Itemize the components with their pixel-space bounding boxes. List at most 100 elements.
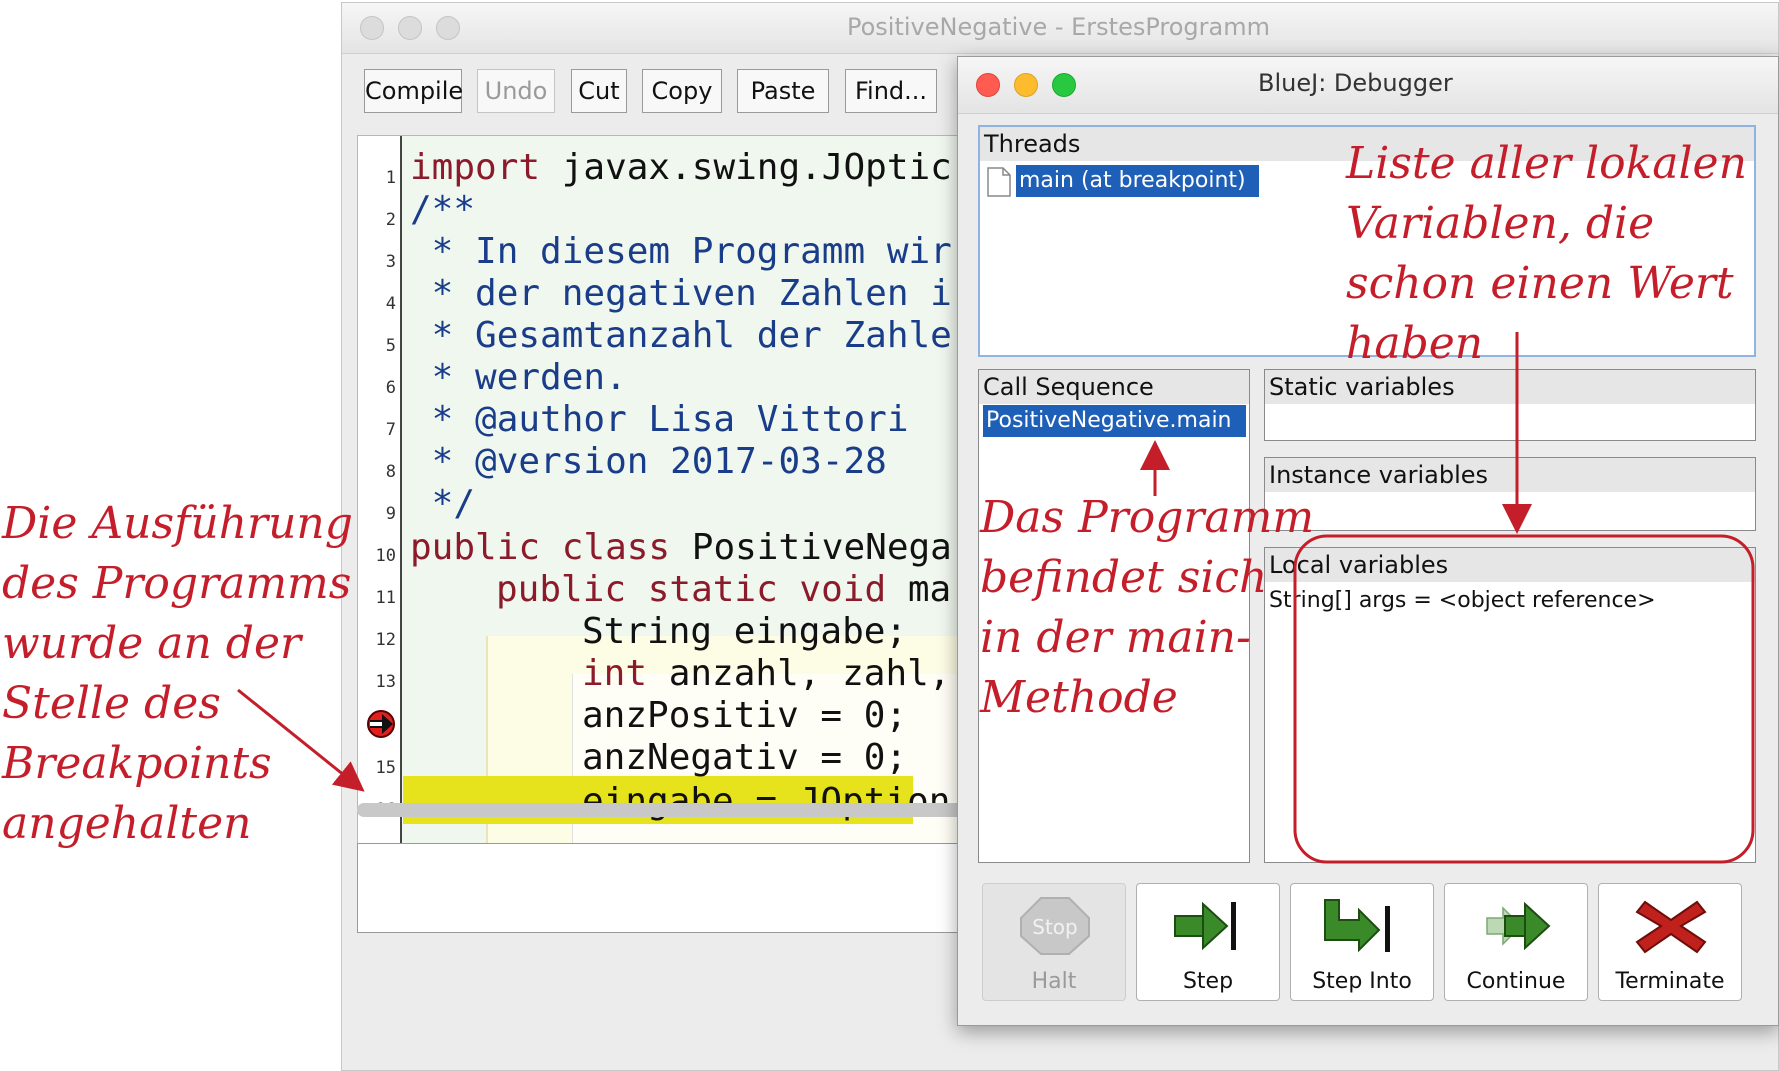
thread-item-main[interactable]: main (at breakpoint) <box>1016 165 1259 197</box>
code-keyword: int <box>582 653 648 694</box>
step-arrow-icon <box>1174 901 1236 951</box>
code-line-12: String eingabe; <box>582 611 908 652</box>
code-keyword: public static void <box>496 569 887 610</box>
cut-button[interactable]: Cut <box>571 69 627 113</box>
step-into-button-label: Step Into <box>1312 969 1412 994</box>
line-number: 8 <box>385 462 396 482</box>
annotation-line: Die Ausführung <box>2 498 353 549</box>
compile-button[interactable]: Compile <box>364 69 463 113</box>
annotation-line: des Programms <box>2 558 352 609</box>
code-line-6: * werden. <box>410 357 627 398</box>
continue-button[interactable]: Continue <box>1444 883 1588 1001</box>
stop-sign-label: Stop <box>1032 915 1077 939</box>
code-line-13: int anzahl, zahl, <box>582 652 950 696</box>
line-number: 10 <box>375 546 396 566</box>
local-variables-panel[interactable]: Local variables String[] args = <object … <box>1264 547 1756 863</box>
editor-close-button[interactable] <box>360 16 384 40</box>
code-text: PositiveNega <box>670 527 952 568</box>
line-number: 5 <box>385 336 396 356</box>
terminate-button[interactable]: Terminate <box>1598 883 1742 1001</box>
code-line-15: anzNegativ = 0; <box>582 737 908 778</box>
paste-button[interactable]: Paste <box>737 69 829 113</box>
line-number: 13 <box>375 672 396 692</box>
line-number: 9 <box>385 504 396 524</box>
line-number: 1 <box>385 168 396 188</box>
code-line-1: import javax.swing.JOptic <box>410 146 952 190</box>
halt-button[interactable]: Stop Halt <box>982 883 1126 1001</box>
thread-document-icon <box>987 167 1011 197</box>
annotation-line: befindet sich <box>980 552 1268 603</box>
editor-titlebar: PositiveNegative - ErstesProgramm <box>342 3 1778 54</box>
breakpoint-icon[interactable] <box>366 709 396 739</box>
step-button[interactable]: Step <box>1136 883 1280 1001</box>
undo-button[interactable]: Undo <box>477 69 555 113</box>
line-number: 7 <box>385 420 396 440</box>
step-button-label: Step <box>1182 969 1234 994</box>
code-text: anzahl, zahl, <box>647 653 951 694</box>
code-keyword: class <box>540 527 671 568</box>
annotation-line: Das Programm <box>980 492 1315 543</box>
horizontal-scrollbar[interactable] <box>357 803 997 817</box>
code-line-11: public static void ma <box>496 568 951 612</box>
code-line-3: * In diesem Programm wir <box>410 231 952 272</box>
code-line-7: * @author Lisa Vittori <box>410 399 909 440</box>
terminate-x-icon <box>1635 900 1707 954</box>
editor-minimize-button[interactable] <box>398 16 422 40</box>
editor-window-title: PositiveNegative - ErstesProgramm <box>847 13 1270 41</box>
static-variables-header: Static variables <box>1265 370 1755 404</box>
code-line-breakpoint: anzPositiv = 0; <box>582 695 908 736</box>
annotation-line: Methode <box>980 672 1178 723</box>
local-variable-args[interactable]: String[] args = <object reference> <box>1269 588 1656 613</box>
annotation-main-method-text: Das Programm befindet sich in der main- … <box>980 488 1314 728</box>
annotation-breakpoint-text: Die Ausführung des Programms wurde an de… <box>2 494 353 854</box>
call-sequence-header: Call Sequence <box>979 370 1249 404</box>
line-number: 12 <box>375 630 396 650</box>
code-text: javax.swing.JOptic <box>540 147 952 188</box>
static-variables-panel[interactable]: Static variables <box>1264 369 1756 441</box>
code-line-4: * der negativen Zahlen i <box>410 273 952 314</box>
debugger-minimize-button[interactable] <box>1014 73 1038 97</box>
annotation-line: Liste aller lokalen <box>1346 138 1747 189</box>
debugger-titlebar: BlueJ: Debugger <box>958 57 1778 114</box>
line-number: 3 <box>385 252 396 272</box>
code-keyword: public <box>410 527 541 568</box>
annotation-line: Breakpoints <box>2 738 272 789</box>
call-sequence-item[interactable]: PositiveNegative.main <box>983 405 1246 437</box>
code-line-8: * @version 2017-03-28 <box>410 441 887 482</box>
code-line-9: */ <box>410 483 476 524</box>
debugger-close-button[interactable] <box>976 73 1000 97</box>
step-into-button[interactable]: Step Into <box>1290 883 1434 1001</box>
annotation-line: Variablen, die <box>1346 198 1655 249</box>
find-button[interactable]: Find... <box>845 69 937 113</box>
local-variables-header: Local variables <box>1265 548 1755 582</box>
line-number: 15 <box>375 758 396 778</box>
continue-arrow-icon <box>1486 901 1551 951</box>
line-number: 11 <box>375 588 396 608</box>
instance-variables-header: Instance variables <box>1265 458 1755 492</box>
debugger-window-title: BlueJ: Debugger <box>1258 69 1453 97</box>
annotation-line: Stelle des <box>2 678 221 729</box>
annotation-line: in der main- <box>980 612 1251 663</box>
code-line-16: eingabe = JOption <box>582 781 951 822</box>
code-line-2: /** <box>410 189 476 230</box>
annotation-line: schon einen Wert <box>1346 258 1734 309</box>
code-line-5: * Gesamtanzahl der Zahle <box>410 315 952 356</box>
debugger-zoom-button[interactable] <box>1052 73 1076 97</box>
annotation-line: haben <box>1346 318 1484 369</box>
code-keyword: import <box>410 147 541 188</box>
annotation-line: angehalten <box>2 798 252 849</box>
editor-zoom-button[interactable] <box>436 16 460 40</box>
annotation-line: wurde an der <box>2 618 302 669</box>
line-number: 2 <box>385 210 396 230</box>
step-into-arrow-icon <box>1324 899 1390 953</box>
copy-button[interactable]: Copy <box>642 69 722 113</box>
stop-sign-icon: Stop <box>1020 897 1090 955</box>
code-text: ma <box>886 569 952 610</box>
instance-variables-panel[interactable]: Instance variables <box>1264 457 1756 531</box>
continue-button-label: Continue <box>1466 969 1566 994</box>
halt-button-label: Halt <box>1031 969 1077 994</box>
terminate-button-label: Terminate <box>1615 969 1725 994</box>
annotation-local-variables-text: Liste aller lokalen Variablen, die schon… <box>1346 134 1747 374</box>
line-number: 4 <box>385 294 396 314</box>
code-line-10: public class PositiveNega <box>410 526 952 570</box>
